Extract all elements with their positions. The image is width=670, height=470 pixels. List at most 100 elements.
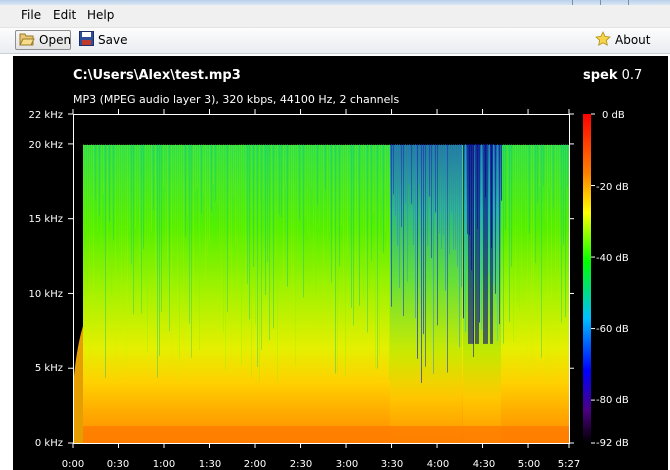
spectrogram-dip: [468, 143, 474, 344]
spectrogram-dip: [490, 143, 493, 344]
spectrogram-streak: [545, 143, 546, 221]
x-tick-label: 3:00: [336, 459, 358, 470]
spectrogram-streak: [163, 143, 164, 189]
x-tick-label: 1:30: [199, 459, 221, 470]
spectrogram-streak: [137, 143, 138, 202]
spectrogram-streak: [115, 143, 116, 382]
spectrogram-streak: [525, 143, 526, 232]
spectrogram-streak: [489, 143, 490, 275]
x-tick-label: 1:00: [153, 459, 175, 470]
spectrogram-streak: [567, 143, 568, 187]
spectrogram-streak: [299, 143, 300, 220]
spectrogram-streak: [503, 143, 504, 344]
spectrogram-streak: [119, 143, 120, 250]
spectrogram-streak: [479, 143, 480, 323]
save-button[interactable]: Save: [76, 30, 128, 50]
spectrogram-streak: [113, 143, 114, 241]
menu-file[interactable]: File: [21, 8, 41, 22]
menu-help[interactable]: Help: [87, 8, 114, 22]
spectrogram-streak: [367, 143, 368, 333]
spectrogram-streak: [147, 143, 148, 352]
about-button[interactable]: About: [592, 30, 652, 50]
save-button-label: Save: [98, 33, 128, 47]
y-tick-label: 10 kHz: [29, 289, 63, 300]
spectrogram-streak: [103, 143, 104, 194]
spectrogram-streak: [203, 143, 204, 195]
toolbar: Open Save About: [0, 28, 670, 54]
spectrogram-streak: [251, 143, 252, 378]
open-button[interactable]: Open: [15, 30, 71, 50]
spectrogram-streak: [243, 143, 244, 269]
spectrogram-streak: [465, 143, 466, 332]
spectrogram-streak: [387, 143, 388, 255]
spectrogram-streak: [229, 143, 230, 256]
folder-open-icon: [19, 32, 35, 49]
spectrogram-streak: [195, 143, 196, 192]
spectrogram-streak: [293, 143, 294, 332]
spectrogram-streak: [149, 143, 150, 272]
spectrogram-streak: [417, 143, 418, 359]
spectrogram-streak: [167, 143, 168, 263]
spectrogram-streak: [277, 143, 278, 383]
spectrogram-streak: [291, 143, 292, 316]
spectrogram-streak: [295, 143, 296, 366]
spectrogram-streak: [527, 143, 528, 380]
spectrogram-streak: [377, 143, 378, 369]
spectrogram-streak: [325, 143, 326, 190]
spectrogram-streak: [495, 143, 496, 294]
spectrogram-streak: [521, 143, 522, 274]
spectrogram-streak: [321, 143, 322, 191]
x-tick-label: 5:00: [518, 459, 540, 470]
spectrogram-streak: [441, 143, 442, 250]
x-tick-label: 3:30: [381, 459, 403, 470]
y-tick-label: 22 kHz: [29, 110, 63, 121]
spectrogram-streak: [509, 143, 510, 323]
spectrogram-streak: [175, 143, 176, 273]
menu-edit[interactable]: Edit: [53, 8, 76, 22]
spectrogram-streak: [247, 143, 248, 284]
spectrogram-streak: [249, 143, 250, 320]
spectrogram-streak: [415, 143, 416, 319]
color-scale-label: -80 dB: [596, 395, 629, 406]
spectrogram-streak: [553, 143, 554, 208]
x-tick-label: 0:30: [107, 459, 129, 470]
spectrogram-streak: [155, 143, 156, 338]
spectrogram-streak: [333, 143, 334, 310]
spectrogram-streak: [219, 143, 220, 267]
spectrogram-streak: [259, 143, 260, 382]
spectrogram-streak: [107, 143, 108, 273]
spectrogram-streak: [541, 143, 542, 358]
spectrogram-streak: [269, 143, 270, 341]
spectrogram-dip: [483, 143, 488, 344]
spectrogram-streak: [161, 143, 162, 312]
y-tick-label: 0 kHz: [35, 438, 63, 449]
spectrogram-streak: [297, 143, 298, 263]
spectrogram-streak: [105, 143, 106, 378]
spectrogram-streak: [187, 143, 188, 215]
spectrogram-dip: [475, 143, 479, 344]
about-button-label: About: [615, 33, 651, 47]
y-tick-label: 15 kHz: [29, 214, 63, 225]
color-scale-label: 0 dB: [602, 110, 625, 121]
spectrogram-streak: [419, 143, 420, 185]
spectrogram-streak: [129, 143, 130, 232]
spectrogram-streak: [261, 143, 262, 350]
spectrogram-streak: [453, 143, 454, 250]
spectrogram-streak: [397, 143, 398, 246]
spectrogram-streak: [493, 143, 494, 284]
spectrogram-streak: [449, 143, 450, 255]
spectrogram-streak: [255, 143, 256, 325]
spectrogram-streak: [511, 143, 512, 267]
spectrogram-streak: [451, 143, 452, 213]
spectrogram-streak: [363, 143, 364, 298]
spectrogram-streak: [197, 143, 198, 189]
spectrogram-streak: [241, 143, 242, 366]
y-tick-labels: 22 kHz 20 kHz 15 kHz 10 kHz 5 kHz 0 kHz: [29, 110, 63, 449]
x-tick-label: 5:27: [558, 459, 580, 470]
spectrogram-streak: [559, 143, 560, 297]
spectrogram-streak: [353, 143, 354, 326]
spectrogram-streak: [145, 143, 146, 284]
spectrogram-streak: [205, 143, 206, 282]
spectrogram-streak: [443, 143, 444, 236]
spectrogram-streak: [423, 143, 424, 335]
